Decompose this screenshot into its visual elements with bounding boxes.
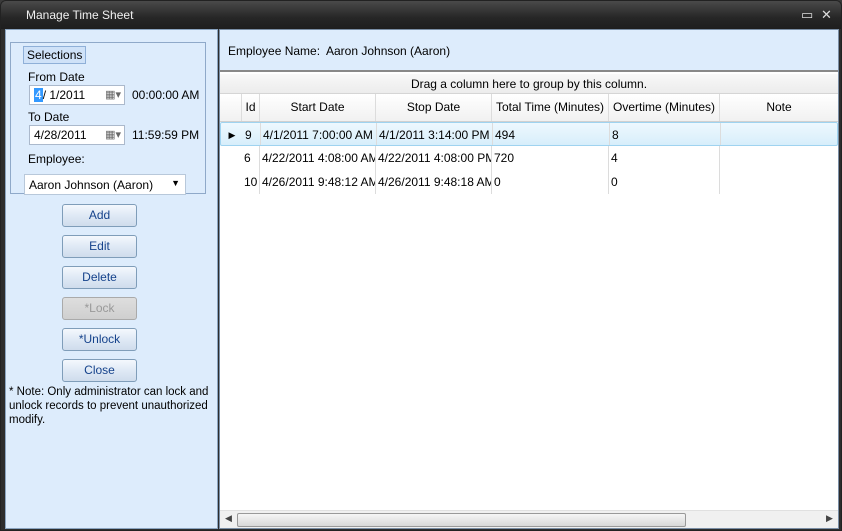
cell-overtime[interactable]: 4 — [609, 146, 720, 170]
column-header-start-date[interactable]: Start Date — [260, 94, 376, 121]
manage-time-sheet-window: Manage Time Sheet ▭ ✕ Selections From Da… — [0, 0, 842, 531]
calendar-dropdown-icon[interactable]: ▦▾ — [105, 128, 121, 141]
current-row-icon: ▶ — [228, 130, 236, 140]
edit-button[interactable]: Edit — [62, 235, 137, 258]
left-panel: Selections From Date 4/ 1/2011 ▦▾ 00:00:… — [5, 29, 218, 529]
from-date-rest: / 1/2011 — [42, 88, 86, 102]
scrollbar-thumb[interactable] — [237, 513, 686, 527]
column-header-note[interactable]: Note — [720, 94, 838, 121]
cell-stop[interactable]: 4/1/2011 3:14:00 PM — [377, 123, 493, 145]
cell-note[interactable] — [721, 123, 839, 145]
unlock-button[interactable]: *Unlock — [62, 328, 137, 351]
minimize-icon[interactable]: ▭ — [801, 7, 813, 23]
window-title: Manage Time Sheet — [26, 8, 134, 22]
row-indicator[interactable] — [220, 146, 242, 170]
add-button[interactable]: Add — [62, 204, 137, 227]
cell-total[interactable]: 494 — [493, 123, 610, 145]
cell-id[interactable]: 9 — [243, 123, 261, 145]
cell-start[interactable]: 4/1/2011 7:00:00 AM — [261, 123, 377, 145]
from-date-label: From Date — [28, 70, 85, 84]
horizontal-scrollbar[interactable]: ◀ ▶ — [220, 510, 838, 528]
lock-button[interactable]: *Lock — [62, 297, 137, 320]
table-row[interactable]: ▶ 9 4/1/2011 7:00:00 AM 4/1/2011 3:14:00 PM… — [220, 122, 838, 146]
employee-value: Aaron Johnson (Aaron) — [29, 178, 154, 192]
to-date-value: 4/28/2011 — [34, 128, 87, 142]
row-indicator[interactable] — [220, 170, 242, 194]
to-time: 11:59:59 PM — [132, 128, 200, 142]
row-indicator[interactable]: ▶ — [221, 123, 243, 145]
to-date-label: To Date — [28, 110, 70, 124]
row-header-column — [220, 94, 242, 121]
close-button[interactable]: Close — [62, 359, 137, 382]
selections-legend: Selections — [23, 46, 87, 64]
delete-button[interactable]: Delete — [62, 266, 137, 289]
cell-overtime[interactable]: 8 — [610, 123, 721, 145]
table-row[interactable]: 10 4/26/2011 9:48:12 AM 4/26/2011 9:48:18 … — [220, 170, 838, 194]
cell-start[interactable]: 4/26/2011 9:48:12 AM — [260, 170, 376, 194]
column-header-overtime[interactable]: Overtime (Minutes) — [609, 94, 720, 121]
calendar-dropdown-icon[interactable]: ▦▾ — [105, 88, 121, 101]
cell-note[interactable] — [720, 146, 838, 170]
cell-id[interactable]: 6 — [242, 146, 260, 170]
table-row[interactable]: 6 4/22/2011 4:08:00 AM 4/22/2011 4:08:00 P… — [220, 146, 838, 170]
employee-name-value: Aaron Johnson (Aaron) — [326, 44, 451, 58]
employee-name-label: Employee Name: — [228, 44, 321, 58]
employee-label: Employee: — [28, 152, 85, 166]
chevron-down-icon: ▼ — [171, 178, 180, 188]
column-header-stop-date[interactable]: Stop Date — [376, 94, 492, 121]
admin-note: * Note: Only administrator can lock and … — [9, 386, 209, 426]
close-icon[interactable]: ✕ — [821, 7, 832, 23]
cell-id[interactable]: 10 — [242, 170, 260, 194]
column-header-total-time[interactable]: Total Time (Minutes) — [492, 94, 609, 121]
scroll-right-icon[interactable]: ▶ — [826, 513, 833, 524]
cell-note[interactable] — [720, 170, 838, 194]
title-bar: Manage Time Sheet ▭ ✕ — [1, 1, 841, 29]
employee-header: Employee Name: Aaron Johnson (Aaron) — [220, 30, 838, 72]
column-header-id[interactable]: Id — [242, 94, 260, 121]
cell-stop[interactable]: 4/22/2011 4:08:00 PM — [376, 146, 492, 170]
from-date-month: 4 — [34, 88, 43, 102]
employee-select[interactable]: Aaron Johnson (Aaron) ▼ — [24, 174, 186, 195]
from-date-picker[interactable]: 4/ 1/2011 ▦▾ — [29, 85, 125, 105]
cell-overtime[interactable]: 0 — [609, 170, 720, 194]
grid-header: Id Start Date Stop Date Total Time (Minu… — [220, 94, 838, 122]
cell-total[interactable]: 0 — [492, 170, 609, 194]
cell-stop[interactable]: 4/26/2011 9:48:18 AM — [376, 170, 492, 194]
group-by-panel[interactable]: Drag a column here to group by this colu… — [220, 74, 838, 94]
cell-total[interactable]: 720 — [492, 146, 609, 170]
right-panel: Employee Name: Aaron Johnson (Aaron) Dra… — [219, 29, 839, 529]
selections-group: Selections From Date 4/ 1/2011 ▦▾ 00:00:… — [10, 42, 206, 195]
scroll-left-icon[interactable]: ◀ — [225, 513, 232, 524]
cell-start[interactable]: 4/22/2011 4:08:00 AM — [260, 146, 376, 170]
from-time: 00:00:00 AM — [132, 88, 200, 102]
to-date-picker[interactable]: 4/28/2011 ▦▾ — [29, 125, 125, 145]
